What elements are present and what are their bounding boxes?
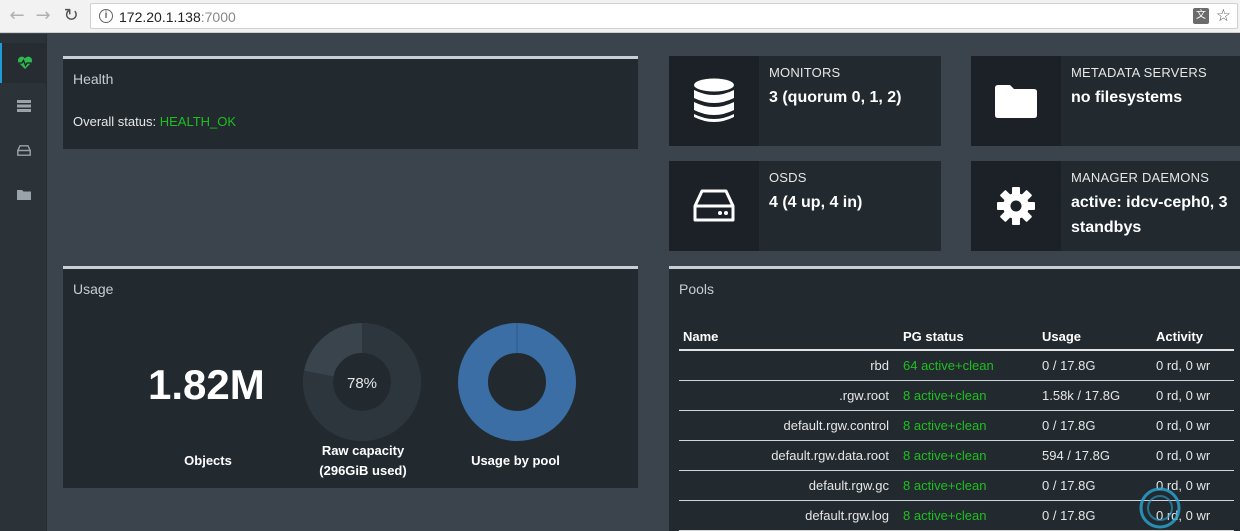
table-row: default.rgw.control 8 active+clean 0 / 1… [679, 410, 1234, 441]
pool-activity: 0 rd, 0 wr [1152, 350, 1234, 381]
back-icon[interactable]: ← [6, 5, 28, 27]
heartbeat-icon [17, 56, 32, 69]
pool-usage: 1.58k / 17.8G [1038, 380, 1152, 411]
monitors-tile: MONITORS 3 (quorum 0, 1, 2) [669, 56, 941, 146]
status-label: Overall status: [73, 114, 157, 129]
sidebar [0, 34, 47, 531]
usage-by-pool-donut [458, 323, 576, 441]
pool-usage: 0 / 17.8G [1038, 470, 1152, 501]
mds-value: no filesystems [1071, 89, 1183, 106]
drive-icon [16, 144, 31, 156]
raw-capacity-percent: 78% [347, 375, 377, 392]
pool-pg-status: 64 active+clean [899, 350, 1038, 381]
col-header-name[interactable]: Name [679, 324, 899, 351]
sidebar-item-health[interactable] [0, 43, 47, 83]
raw-capacity-donut: 78% [303, 323, 421, 441]
pool-name: .rgw.root [679, 380, 899, 411]
mds-icon-box [971, 56, 1061, 146]
pool-name: default.rgw.data.root [679, 440, 899, 471]
address-bar[interactable]: i 172.20.1.138:7000 文 ☆ [90, 3, 1238, 29]
overall-status: Overall status: HEALTH_OK [73, 114, 236, 129]
monitors-value: 3 (quorum 0, 1, 2) [769, 89, 902, 106]
health-title: Health [73, 71, 114, 87]
osds-icon-box [669, 161, 759, 251]
pools-title: Pools [679, 281, 715, 297]
pool-usage: 594 / 17.8G [1038, 440, 1152, 471]
sidebar-item-osds[interactable] [0, 130, 47, 170]
list-icon [16, 100, 31, 112]
pool-pg-status: 8 active+clean [899, 500, 1038, 531]
folder-icon [16, 189, 31, 200]
database-icon [694, 78, 734, 122]
table-row: .rgw.root 8 active+clean 1.58k / 17.8G 0… [679, 380, 1234, 411]
manager-daemons-tile: MANAGER DAEMONS active: idcv-ceph0, 3 st… [971, 161, 1240, 251]
mds-label: METADATA SERVERS [1071, 65, 1207, 80]
raw-capacity-line1: Raw capacity [321, 443, 405, 458]
status-value: HEALTH_OK [159, 114, 237, 129]
table-row: default.rgw.data.root 8 active+clean 594… [679, 440, 1234, 471]
pools-header-row: Name PG status Usage Activity [679, 324, 1234, 351]
usage-panel: Usage 1.82M Objects 78% Raw capacity (29… [63, 266, 638, 488]
url-port: :7000 [200, 9, 236, 25]
usage-title: Usage [73, 281, 114, 297]
pool-pg-status: 8 active+clean [899, 470, 1038, 501]
pool-usage: 0 / 17.8G [1038, 500, 1152, 531]
osds-tile: OSDS 4 (4 up, 4 in) [669, 161, 941, 251]
raw-capacity-line2: (296GiB used) [319, 463, 407, 478]
pool-usage: 0 / 17.8G [1038, 350, 1152, 381]
forward-icon[interactable]: → [32, 5, 54, 27]
url-host: 172.20.1.138 [119, 9, 201, 25]
drive-icon [693, 189, 735, 222]
folder-icon [995, 85, 1037, 118]
health-panel: Health Overall status: HEALTH_OK [63, 56, 638, 149]
mgr-value: active: idcv-ceph0, 3 standbys [1071, 194, 1228, 236]
pool-name: default.rgw.gc [679, 470, 899, 501]
col-header-usage[interactable]: Usage [1038, 324, 1152, 351]
mgr-icon-box [971, 161, 1061, 251]
browser-toolbar: ← → ↻ i 172.20.1.138:7000 文 ☆ [0, 0, 1240, 33]
pool-activity: 0 rd, 0 wr [1152, 380, 1234, 411]
info-icon[interactable]: i [99, 9, 113, 23]
pool-activity: 0 rd, 0 wr [1152, 440, 1234, 471]
pool-activity: 0 rd, 0 wr [1152, 410, 1234, 441]
col-header-activity[interactable]: Activity [1152, 324, 1234, 351]
metadata-servers-tile: METADATA SERVERS no filesystems [971, 56, 1240, 146]
pool-pg-status: 8 active+clean [899, 440, 1038, 471]
pool-name: default.rgw.control [679, 410, 899, 441]
pool-pg-status: 8 active+clean [899, 410, 1038, 441]
gear-icon [997, 187, 1035, 225]
watermark-logo [1139, 487, 1181, 529]
pool-usage: 0 / 17.8G [1038, 410, 1152, 441]
reload-icon[interactable]: ↻ [60, 5, 82, 27]
table-row: rbd 64 active+clean 0 / 17.8G 0 rd, 0 wr [679, 350, 1234, 381]
col-header-pg-status[interactable]: PG status [899, 324, 1038, 351]
monitors-label: MONITORS [769, 65, 841, 80]
pool-name: rbd [679, 350, 899, 381]
objects-label: Objects [184, 453, 232, 468]
mgr-label: MANAGER DAEMONS [1071, 170, 1210, 185]
pool-pg-status: 8 active+clean [899, 380, 1038, 411]
objects-count: 1.82M [148, 361, 265, 408]
bookmark-star-icon[interactable]: ☆ [1216, 6, 1231, 26]
usage-by-pool-label: Usage by pool [471, 453, 560, 468]
pool-name: default.rgw.log [679, 500, 899, 531]
osds-value: 4 (4 up, 4 in) [769, 194, 863, 211]
raw-capacity-label: Raw capacity (296GiB used) [293, 441, 433, 481]
monitors-icon-box [669, 56, 759, 146]
url-text[interactable]: 172.20.1.138:7000 [119, 9, 236, 25]
osds-label: OSDS [769, 170, 807, 185]
sidebar-item-servers[interactable] [0, 86, 47, 126]
sidebar-item-filesystems[interactable] [0, 174, 47, 214]
translate-icon[interactable]: 文 [1193, 8, 1209, 24]
